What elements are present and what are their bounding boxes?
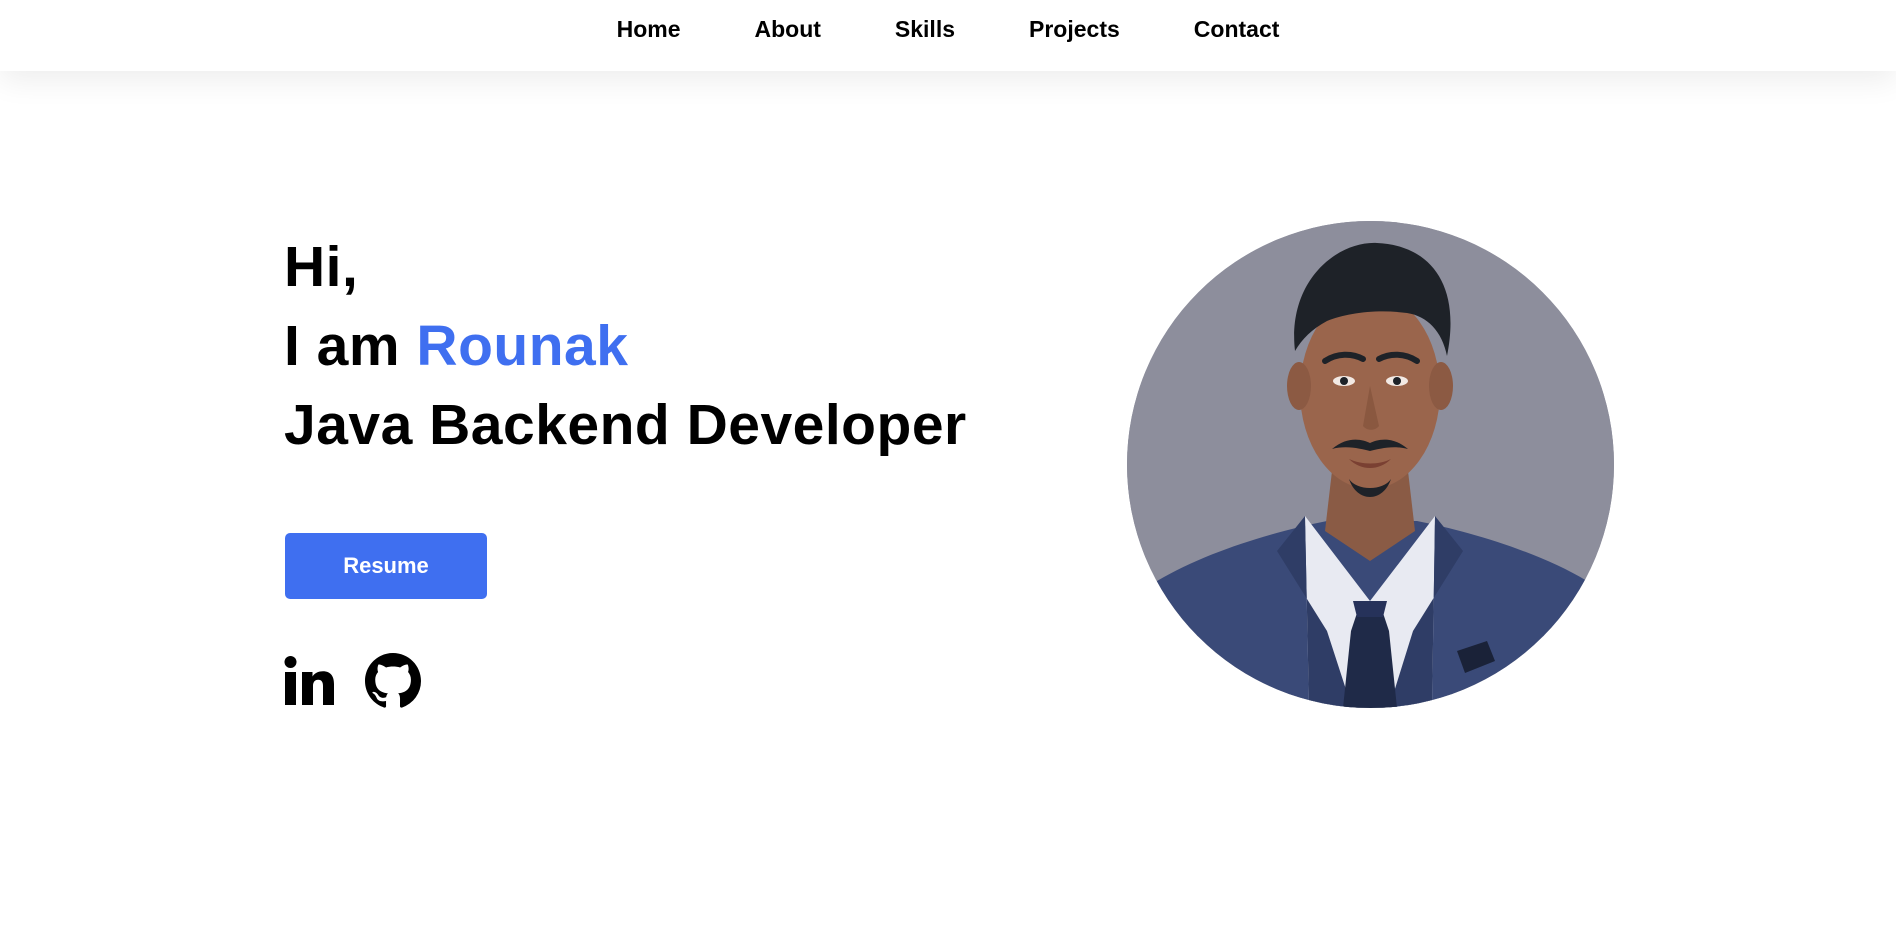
profile-portrait — [1127, 221, 1614, 708]
intro-line: I am Rounak — [284, 307, 967, 386]
profile-photo — [1127, 221, 1614, 708]
social-links — [283, 653, 421, 714]
resume-button[interactable]: Resume — [285, 533, 487, 599]
role-text: Java Backend Developer — [284, 393, 967, 457]
linkedin-link[interactable] — [283, 655, 335, 712]
name-highlight: Rounak — [416, 314, 629, 378]
github-link[interactable] — [365, 653, 421, 714]
intro-prefix: I am — [284, 314, 417, 378]
github-icon — [365, 653, 421, 708]
hero-heading: Hi, I am Rounak Java Backend Developer — [284, 228, 967, 465]
hero-section: Hi, I am Rounak Java Backend Developer R… — [0, 0, 1896, 925]
linkedin-icon — [284, 656, 334, 705]
greeting-text: Hi, — [284, 235, 359, 299]
